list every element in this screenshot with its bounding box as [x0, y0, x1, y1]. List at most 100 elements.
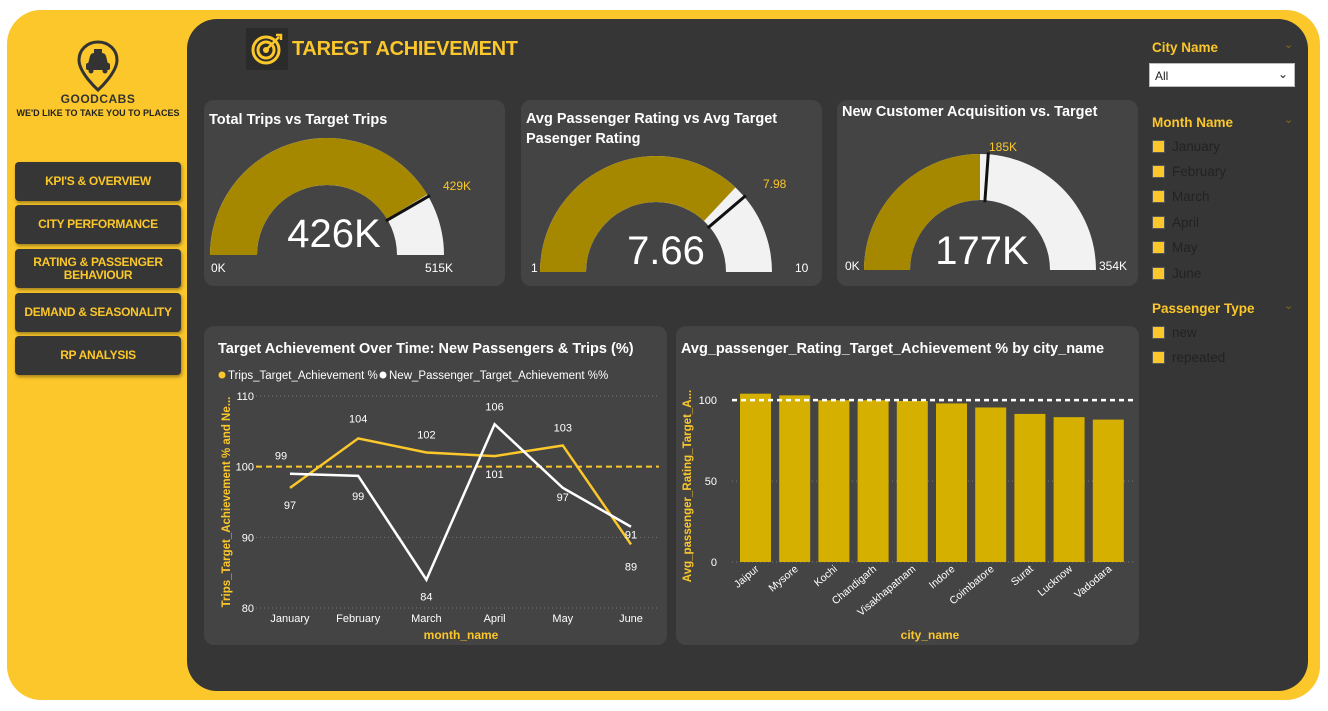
x-tick-label: June	[619, 613, 643, 625]
nav-city-performance-button[interactable]: CITY PERFORMANCE	[15, 205, 181, 244]
gauge-min-label: 1	[531, 261, 538, 275]
y-tick-label: 100	[236, 462, 254, 474]
bar-coimbatore	[975, 407, 1007, 562]
gauge-target-label: 7.98	[763, 177, 787, 191]
x-tick-label: Jaipur	[732, 563, 762, 591]
bar-kochi	[818, 400, 850, 562]
option-label: February	[1172, 164, 1227, 179]
option-label: repeated	[1172, 350, 1226, 365]
y-axis-title: Avg_passenger_Rating_Target_A...	[682, 390, 694, 582]
gauge-min-label: 0K	[211, 261, 226, 275]
x-tick-label: March	[411, 613, 442, 625]
checkbox[interactable]	[1152, 216, 1165, 229]
data-label: 84	[420, 592, 432, 604]
bar-jaipur	[740, 393, 771, 562]
gauge-min-label: 0K	[845, 259, 860, 273]
target-icon	[246, 28, 288, 70]
y-tick-label: 50	[705, 476, 717, 488]
checkbox[interactable]	[1152, 326, 1165, 339]
nav-rp-analysis-button[interactable]: RP ANALYSIS	[15, 336, 181, 375]
y-tick-label: 100	[699, 395, 717, 407]
brand-logo: GOODCABS WE'D LIKE TO TAKE YOU TO PLACES	[10, 40, 186, 118]
bar-mysore	[779, 395, 811, 562]
chevron-down-icon: ⌄	[1277, 67, 1288, 81]
x-tick-label: Mysore	[767, 563, 801, 594]
data-label: 103	[554, 422, 572, 434]
checkbox[interactable]	[1152, 165, 1165, 178]
month-option-may[interactable]: May	[1152, 240, 1198, 255]
x-tick-label: January	[270, 613, 310, 625]
month-option-february[interactable]: February	[1152, 164, 1226, 179]
trips-gauge	[210, 137, 444, 255]
bar-lucknow	[1053, 417, 1085, 562]
x-tick-label: Lucknow	[1036, 563, 1076, 599]
checkbox[interactable]	[1152, 267, 1165, 280]
chevron-down-icon[interactable]: ⌄	[1284, 38, 1293, 51]
line-chart-card: Target Achievement Over Time: New Passen…	[204, 326, 667, 645]
checkbox[interactable]	[1152, 241, 1165, 254]
option-label: June	[1172, 266, 1202, 281]
bar-chart: 050100Jaipur Mysore KochiChandigarhVisakha…	[682, 390, 1135, 642]
option-label: March	[1172, 189, 1210, 204]
gauge-target-label: 185K	[989, 140, 1018, 154]
taxi-pin-icon	[77, 40, 119, 92]
chevron-down-icon[interactable]: ⌄	[1284, 113, 1293, 126]
month-option-march[interactable]: March	[1152, 189, 1210, 204]
y-axis-title: Trips_Target_Achievement % and Ne...	[221, 397, 233, 608]
gauge-target-label: 429K	[443, 179, 472, 193]
passenger-slicer-title: Passenger Type	[1152, 301, 1255, 316]
legend-marker	[218, 371, 226, 379]
data-label: 91	[625, 530, 637, 542]
legend-marker	[379, 371, 387, 379]
data-label: 106	[485, 401, 503, 413]
y-tick-label: 90	[242, 532, 254, 544]
checkbox[interactable]	[1152, 351, 1165, 364]
y-tick-label: 0	[711, 557, 717, 569]
data-label: 97	[284, 500, 296, 512]
gauge-card-rating: Avg Passenger Rating vs Avg Target Pasen…	[521, 100, 822, 286]
bar-chart-card: Avg_passenger_Rating_Target_Achievement …	[676, 326, 1139, 645]
month-option-june[interactable]: June	[1152, 266, 1201, 281]
option-label: April	[1172, 215, 1200, 230]
gauge-value: 7.66	[627, 229, 705, 273]
month-option-january[interactable]: January	[1152, 139, 1220, 154]
city-dropdown-value: All	[1155, 69, 1169, 83]
month-option-april[interactable]: April	[1152, 215, 1199, 230]
chevron-down-icon[interactable]: ⌄	[1284, 299, 1293, 312]
x-axis-title: city_name	[901, 628, 960, 642]
x-tick-label: Indore	[927, 563, 958, 591]
city-slicer-title: City Name	[1152, 40, 1219, 55]
nav-demand-seasonality-button[interactable]: DEMAND & SEASONALITY	[15, 293, 181, 332]
x-axis-title: month_name	[424, 628, 499, 642]
page-header: TAREGT ACHIEVEMENT	[246, 28, 518, 70]
bar-visakhapatnam	[896, 400, 928, 562]
x-tick-label: April	[484, 613, 506, 625]
x-tick-label: Vadodara	[1072, 563, 1114, 601]
nav-rating-passenger-button[interactable]: RATING & PASSENGER BEHAVIOUR	[15, 249, 181, 288]
data-label: 99	[352, 491, 364, 503]
y-tick-label: 110	[236, 391, 254, 403]
month-slicer-title: Month Name	[1152, 115, 1233, 130]
legend-label: Trips_Target_Achievement %	[228, 370, 378, 382]
x-tick-label: Kochi	[812, 563, 840, 589]
checkbox[interactable]	[1152, 190, 1165, 203]
data-label: 89	[625, 561, 637, 573]
passenger-option-new[interactable]: new	[1152, 325, 1197, 340]
series-line-new-passengers	[289, 422, 632, 583]
data-label: 97	[557, 492, 569, 504]
gauge-card-customers: New Customer Acquisition vs. Target 177K…	[837, 100, 1138, 286]
nav-kpis-overview-button[interactable]: KPI'S & OVERVIEW	[15, 162, 181, 201]
passenger-option-repeated[interactable]: repeated	[1152, 350, 1225, 365]
checkbox[interactable]	[1152, 140, 1165, 153]
page-title: TAREGT ACHIEVEMENT	[292, 37, 518, 60]
city-dropdown[interactable]: All ⌄	[1149, 63, 1295, 87]
data-label: 104	[349, 413, 367, 425]
x-tick-label: Surat	[1009, 563, 1036, 588]
data-label: 101	[485, 469, 503, 481]
gauge-max-label: 515K	[425, 261, 454, 275]
y-tick-label: 80	[242, 603, 254, 615]
gauge-value: 426K	[287, 212, 381, 256]
gauge-max-label: 10	[795, 261, 809, 275]
data-label: 99	[275, 451, 287, 463]
x-tick-label: May	[552, 613, 573, 625]
